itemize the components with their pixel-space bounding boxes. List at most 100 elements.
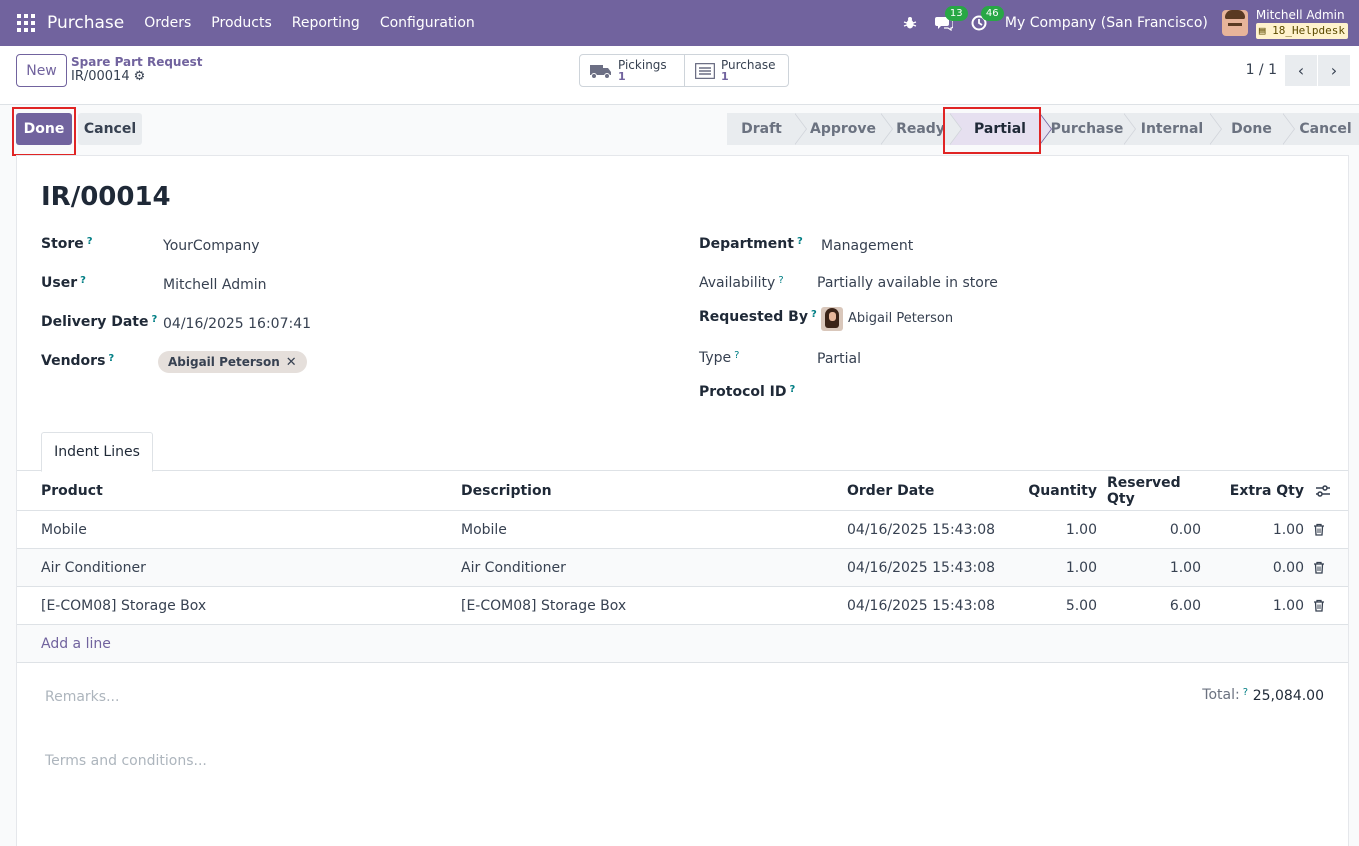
delivery-date-value[interactable]: 04/16/2025 16:07:41 [163,316,311,332]
indent-lines-table: Product Description Order Date Quantity … [17,471,1348,663]
trash-icon[interactable] [1313,511,1325,548]
table-row[interactable]: [E-COM08] Storage Box [E-COM08] Storage … [17,587,1348,625]
app-name[interactable]: Purchase [47,13,124,33]
col-product[interactable]: Product [41,471,103,510]
row-description: Air Conditioner [461,559,566,576]
row-description: Mobile [461,521,507,538]
vendor-tag-label: Abigail Peterson [168,355,280,369]
row-quantity: 5.00 [1065,597,1097,614]
add-line-row: Add a line [17,625,1348,663]
menu-configuration[interactable]: Configuration [380,15,475,31]
pickings-smart-button[interactable]: Pickings 1 [580,55,684,86]
tab-indent-lines[interactable]: Indent Lines [41,432,153,472]
user-avatar[interactable] [1221,10,1248,36]
chevron-left-icon[interactable]: ‹ [1285,55,1317,86]
store-label-text: Store [41,236,84,252]
row-reserved-qty: 6.00 [1169,597,1201,614]
notebook-tabs: Indent Lines [17,432,1348,472]
status-bar: Done Cancel Draft Approve Ready Partial … [0,105,1359,156]
truck-icon [590,64,611,79]
delivery-date-label-text: Delivery Date [41,314,149,330]
col-description[interactable]: Description [461,471,552,510]
col-extra-qty[interactable]: Extra Qty [1207,471,1304,510]
row-description: [E-COM08] Storage Box [461,597,627,614]
gear-icon[interactable]: ⚙ [134,69,146,84]
bug-icon[interactable] [903,16,917,30]
delivery-date-label: Delivery Date? [41,314,157,330]
database-tag: ▤ 18_Helpdesk [1255,22,1348,39]
purchase-count: 1 [721,69,729,83]
user-label-text: User [41,275,78,291]
row-quantity: 1.00 [1065,521,1097,538]
purchase-smart-button[interactable]: Purchase 1 [684,55,788,86]
row-extra-qty: 1.00 [1272,597,1304,614]
table-row[interactable]: Air Conditioner Air Conditioner 04/16/20… [17,549,1348,587]
vendors-label: Vendors? [41,353,114,369]
help-icon[interactable]: ? [80,275,86,286]
menu-products[interactable]: Products [211,15,271,31]
help-icon[interactable]: ? [778,275,783,286]
list-icon [695,62,715,79]
help-icon[interactable]: ? [734,350,739,361]
total-label-text: Total: [1202,687,1240,703]
remarks-field[interactable]: Remarks... [45,689,119,705]
new-button[interactable]: New [16,54,67,87]
chevron-right-icon[interactable]: › [1318,55,1350,86]
requested-by-label-text: Requested By [699,309,808,325]
row-extra-qty: 0.00 [1272,559,1304,576]
pager-buttons: ‹ › [1285,55,1350,86]
form-footer: Remarks... Total:? 25,084.00 Terms and c… [17,663,1348,846]
help-icon[interactable]: ? [108,353,114,364]
help-icon[interactable]: ? [790,384,796,395]
help-icon[interactable]: ? [1243,687,1248,698]
user-menu[interactable]: Mitchell Admin ▤ 18_Helpdesk [1255,7,1348,39]
menu-orders[interactable]: Orders [144,15,191,31]
user-label: User? [41,275,86,291]
column-options-icon[interactable] [1315,471,1331,510]
store-value[interactable]: YourCompany [163,238,260,254]
row-quantity: 1.00 [1065,559,1097,576]
help-icon[interactable]: ? [811,309,817,320]
terms-field[interactable]: Terms and conditions... [45,753,207,769]
row-product: Mobile [41,521,87,538]
cancel-button[interactable]: Cancel [78,113,142,145]
trash-icon[interactable] [1313,549,1325,586]
row-order-date: 04/16/2025 15:43:08 [847,597,996,614]
type-value: Partial [817,351,861,367]
trash-icon[interactable] [1313,587,1325,624]
requested-by-label: Requested By? [699,309,817,325]
vendors-label-text: Vendors [41,353,106,369]
done-highlight-box [12,107,76,156]
menu-reporting[interactable]: Reporting [292,15,360,31]
clock-icon[interactable]: 46 [971,6,1004,31]
stage-draft[interactable]: Draft [727,113,807,145]
col-quantity[interactable]: Quantity [997,471,1097,510]
department-label-text: Department [699,236,794,252]
requester-avatar [821,307,843,331]
breadcrumb-parent[interactable]: Spare Part Request [71,55,203,69]
type-label-text: Type [699,350,732,366]
form-sheet: IR/00014 Store? YourCompany User? Mitche… [16,155,1349,846]
col-order-date[interactable]: Order Date [847,471,934,510]
table-row[interactable]: Mobile Mobile 04/16/2025 15:43:08 1.00 0… [17,511,1348,549]
user-name: Mitchell Admin [1255,7,1345,22]
help-icon[interactable]: ? [152,314,158,325]
help-icon[interactable]: ? [87,236,93,247]
control-panel: New Spare Part Request IR/00014 ⚙ Pickin… [0,46,1359,105]
col-reserved-qty[interactable]: Reserved Qty [1107,471,1201,510]
department-value[interactable]: Management [821,238,913,254]
company-switcher[interactable]: My Company (San Francisco) [1005,15,1208,31]
database-icon: ▤ [1258,23,1273,37]
user-value[interactable]: Mitchell Admin [163,277,267,293]
database-name: 18_Helpdesk [1272,23,1345,37]
apps-grid-icon[interactable] [17,14,35,32]
chat-icon[interactable]: 13 [934,6,968,31]
chat-count-badge: 13 [944,6,968,21]
help-icon[interactable]: ? [797,236,803,247]
requested-by-value[interactable]: Abigail Peterson [848,311,953,326]
pager-value[interactable]: 1 / 1 [1246,62,1277,78]
close-icon[interactable]: ✕ [286,355,297,370]
top-navbar: Purchase Orders Products Reporting Confi… [0,0,1359,46]
availability-label-text: Availability [699,275,776,291]
add-line-link[interactable]: Add a line [41,625,111,662]
